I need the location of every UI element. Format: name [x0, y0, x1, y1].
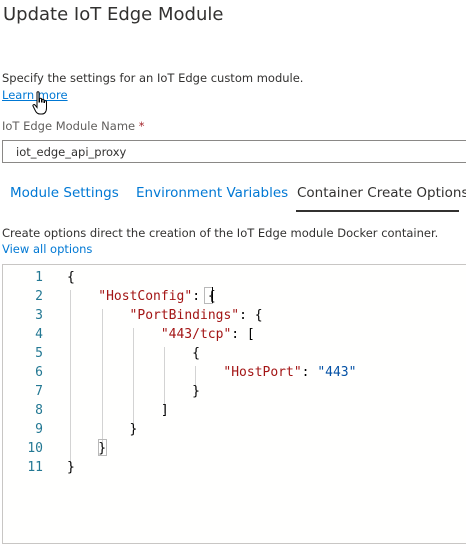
json-key: "HostPort": [223, 365, 302, 380]
code-line[interactable]: 7}: [3, 382, 466, 401]
tab-container-create-options[interactable]: Container Create Options: [297, 185, 466, 201]
module-name-label-text: IoT Edge Module Name: [2, 119, 136, 133]
line-number: 3: [35, 308, 43, 323]
line-number: 11: [27, 460, 43, 475]
line-number: 7: [35, 384, 43, 399]
code-line[interactable]: 11}: [3, 458, 466, 477]
hand-pointer-icon: [32, 91, 47, 115]
tab-module-settings[interactable]: Module Settings: [10, 185, 119, 201]
code-content: "PortBindings": {: [130, 306, 263, 325]
line-number: 6: [35, 365, 43, 380]
line-number: 4: [35, 327, 43, 342]
code-line[interactable]: 5{: [3, 344, 466, 363]
dialog-description: Specify the settings for an IoT Edge cus…: [2, 71, 304, 85]
json-punctuation: {: [192, 346, 200, 361]
json-punctuation: }: [98, 441, 107, 456]
code-line[interactable]: 4 "443/tcp": [: [3, 325, 466, 344]
module-name-input[interactable]: iot_edge_api_proxy: [2, 140, 466, 163]
line-number: 10: [27, 441, 43, 456]
code-content: "HostConfig": {: [98, 287, 215, 306]
json-punctuation: ]: [160, 403, 169, 418]
line-number: 8: [35, 403, 43, 418]
code-content: {: [192, 344, 200, 363]
json-punctuation: :: [301, 365, 318, 380]
active-tab-indicator: [296, 210, 459, 212]
create-options-description: Create options direct the creation of th…: [2, 226, 439, 240]
json-key: "HostConfig": [98, 289, 193, 304]
code-content: }: [192, 382, 200, 401]
tab-environment-variables[interactable]: Environment Variables: [136, 185, 288, 201]
code-line[interactable]: 2 "HostConfig": {: [3, 287, 466, 306]
json-punctuation: }: [129, 422, 138, 437]
tab-bar: Module Settings Environment Variables Co…: [0, 178, 466, 214]
code-line[interactable]: 1{: [3, 268, 466, 287]
json-punctuation: : {: [239, 308, 263, 323]
line-number: 9: [35, 422, 43, 437]
required-marker: *: [138, 119, 145, 133]
code-line[interactable]: 8]: [3, 401, 466, 420]
json-string: "443": [317, 365, 357, 380]
code-line[interactable]: 10}: [3, 439, 466, 458]
dialog-title: Update IoT Edge Module: [3, 4, 224, 25]
json-punctuation: }: [67, 460, 75, 475]
json-key: "PortBindings": [129, 308, 240, 323]
json-key: "443/tcp": [160, 327, 232, 342]
json-punctuation: {: [67, 270, 75, 285]
code-content: }: [67, 458, 75, 477]
code-line[interactable]: 6 "HostPort": "443": [3, 363, 466, 382]
code-content: "HostPort": "443": [223, 363, 356, 382]
json-punctuation: : [: [231, 327, 255, 342]
json-punctuation: : {: [192, 289, 216, 304]
code-content: }: [130, 420, 138, 439]
module-name-label: IoT Edge Module Name *: [2, 119, 145, 133]
code-line[interactable]: 9}: [3, 420, 466, 439]
json-editor[interactable]: 1{2 "HostConfig": {3 "PortBindings": {4 "44…: [2, 264, 466, 544]
json-punctuation: }: [192, 384, 200, 399]
code-content: }: [98, 439, 106, 458]
code-content: "443/tcp": [: [161, 325, 255, 344]
view-all-options-link[interactable]: View all options: [2, 242, 92, 256]
line-number: 1: [35, 270, 43, 285]
line-number: 5: [35, 346, 43, 361]
code-line[interactable]: 3 "PortBindings": {: [3, 306, 466, 325]
line-number: 2: [35, 289, 43, 304]
code-content: {: [67, 268, 75, 287]
code-content: ]: [161, 401, 169, 420]
